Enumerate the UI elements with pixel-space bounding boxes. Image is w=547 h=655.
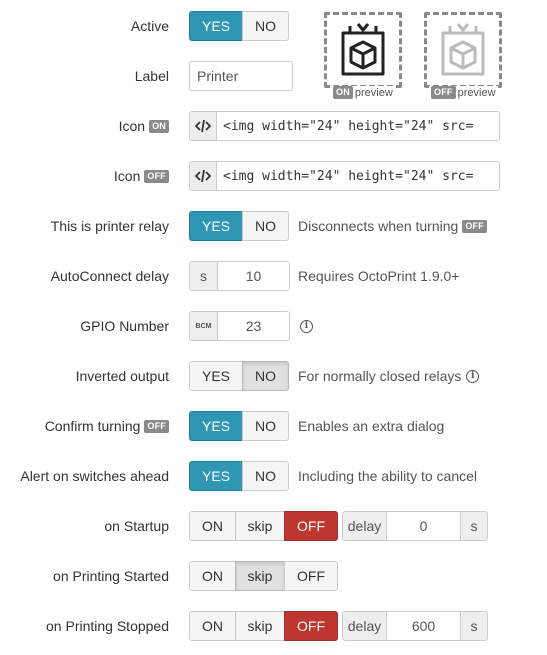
alert-hint: Including the ability to cancel [298, 468, 477, 484]
on-printing-stopped-toggle: ON skip OFF [189, 611, 338, 641]
printer-relay-toggle: YES NO [189, 211, 289, 241]
inverted-no-button[interactable]: NO [242, 361, 289, 391]
confirm-no-button[interactable]: NO [242, 411, 289, 441]
icon-off-control: <img width="24" height="24" src= [189, 161, 500, 191]
active-toggle: YES NO [189, 11, 289, 41]
printer-relay-hint: Disconnects when turning OFF [298, 209, 487, 243]
gpio-input[interactable]: 23 [217, 311, 290, 341]
on-startup-on-button[interactable]: ON [189, 511, 236, 541]
label-label: Label [134, 68, 169, 84]
printer-relay-label: This is printer relay [50, 218, 169, 234]
on-printing-started-row: on Printing Started ON skip OFF [0, 559, 547, 593]
icon-on-input[interactable]: <img width="24" height="24" src= [216, 111, 500, 141]
confirm-hint: Enables an extra dialog [298, 418, 445, 434]
icon-off-input[interactable]: <img width="24" height="24" src= [216, 161, 500, 191]
icon-on-row: Icon ON <img width="24" height="24" src= [0, 109, 547, 143]
info-circle-icon[interactable]: i [300, 319, 313, 333]
on-startup-control: ON skip OFF delay 0 s [189, 511, 488, 541]
active-no-button[interactable]: NO [242, 11, 289, 41]
label-row: Label Printer [0, 59, 547, 93]
printer-relay-hint-tag: OFF [462, 219, 487, 233]
inverted-hint: For normally closed relays i [298, 359, 480, 393]
on-startup-row: on Startup ON skip OFF delay 0 s [0, 509, 547, 543]
inverted-yes-button[interactable]: YES [189, 361, 243, 391]
on-startup-off-button[interactable]: OFF [284, 511, 338, 541]
on-printing-started-toggle: ON skip OFF [189, 561, 338, 591]
icon-on-label-text: Icon [118, 118, 146, 134]
on-printing-stopped-control: ON skip OFF delay 600 s [189, 611, 488, 641]
printer-relay-yes-button[interactable]: YES [189, 211, 243, 241]
code-icon[interactable] [189, 161, 217, 191]
autoconnect-label: AutoConnect delay [50, 268, 169, 284]
on-printing-started-control: ON skip OFF [189, 561, 338, 591]
confirm-tag: OFF [144, 419, 169, 433]
gpio-row: GPIO Number BCM 23 i [0, 309, 547, 343]
label-input[interactable]: Printer [189, 61, 293, 91]
on-printing-stopped-delay-group: delay 600 s [342, 611, 488, 641]
on-printing-started-off-button[interactable]: OFF [284, 561, 338, 591]
printer-relay-row: This is printer relay YES NO Disconnects… [0, 209, 547, 243]
autoconnect-control: s 10 [189, 261, 290, 291]
gpio-control: BCM 23 i [189, 311, 313, 341]
on-startup-skip-button[interactable]: skip [235, 511, 285, 541]
inverted-toggle: YES NO [189, 361, 289, 391]
alert-toggle: YES NO [189, 461, 289, 491]
icon-off-row: Icon OFF <img width="24" height="24" src… [0, 159, 547, 193]
inverted-label: Inverted output [75, 368, 169, 384]
icon-on-control: <img width="24" height="24" src= [189, 111, 500, 141]
confirm-toggle: YES NO [189, 411, 289, 441]
alert-yes-button[interactable]: YES [189, 461, 243, 491]
inverted-hint-text: For normally closed relays [298, 368, 462, 384]
autoconnect-unit: s [189, 261, 218, 291]
on-printing-stopped-delay-label: delay [342, 611, 387, 641]
active-yes-button[interactable]: YES [189, 11, 243, 41]
icon-off-tag: OFF [144, 169, 169, 183]
on-startup-delay-input[interactable]: 0 [386, 511, 461, 541]
icon-on-label: Icon ON [119, 109, 169, 143]
on-printing-stopped-delay-unit: s [460, 611, 488, 641]
icon-off-label-text: Icon [113, 168, 141, 184]
on-printing-started-skip-button[interactable]: skip [235, 561, 285, 591]
info-circle-icon[interactable]: i [466, 369, 480, 383]
confirm-yes-button[interactable]: YES [189, 411, 243, 441]
on-startup-delay-label: delay [342, 511, 387, 541]
alert-label: Alert on switches ahead [20, 468, 169, 484]
alert-row: Alert on switches ahead YES NO Including… [0, 459, 547, 493]
confirm-row: Confirm turning OFF YES NO Enables an ex… [0, 409, 547, 443]
autoconnect-input[interactable]: 10 [217, 261, 290, 291]
on-printing-stopped-row: on Printing Stopped ON skip OFF delay 60… [0, 609, 547, 643]
on-printing-stopped-on-button[interactable]: ON [189, 611, 236, 641]
on-startup-toggle: ON skip OFF [189, 511, 338, 541]
gpio-label: GPIO Number [80, 318, 169, 334]
confirm-label-text: Confirm turning [44, 418, 141, 434]
label-control: Printer [189, 61, 293, 91]
on-printing-stopped-skip-button[interactable]: skip [235, 611, 285, 641]
printer-relay-no-button[interactable]: NO [242, 211, 289, 241]
on-printing-stopped-label: on Printing Stopped [46, 618, 169, 634]
on-printing-stopped-delay-input[interactable]: 600 [386, 611, 461, 641]
gpio-bcm-addon: BCM [189, 311, 218, 341]
on-printing-started-on-button[interactable]: ON [189, 561, 236, 591]
on-printing-stopped-off-button[interactable]: OFF [284, 611, 338, 641]
alert-no-button[interactable]: NO [242, 461, 289, 491]
icon-on-tag: ON [149, 119, 169, 133]
on-startup-delay-unit: s [460, 511, 488, 541]
icon-off-label: Icon OFF [114, 159, 169, 193]
on-printing-started-label: on Printing Started [53, 568, 169, 584]
confirm-label: Confirm turning OFF [45, 409, 169, 443]
printer-relay-hint-text: Disconnects when turning [298, 218, 459, 234]
autoconnect-row: AutoConnect delay s 10 Requires OctoPrin… [0, 259, 547, 293]
autoconnect-hint: Requires OctoPrint 1.9.0+ [298, 268, 460, 284]
inverted-row: Inverted output YES NO For normally clos… [0, 359, 547, 393]
on-startup-delay-group: delay 0 s [342, 511, 488, 541]
active-label: Active [130, 18, 169, 34]
code-icon[interactable] [189, 111, 217, 141]
on-startup-label: on Startup [104, 518, 169, 534]
